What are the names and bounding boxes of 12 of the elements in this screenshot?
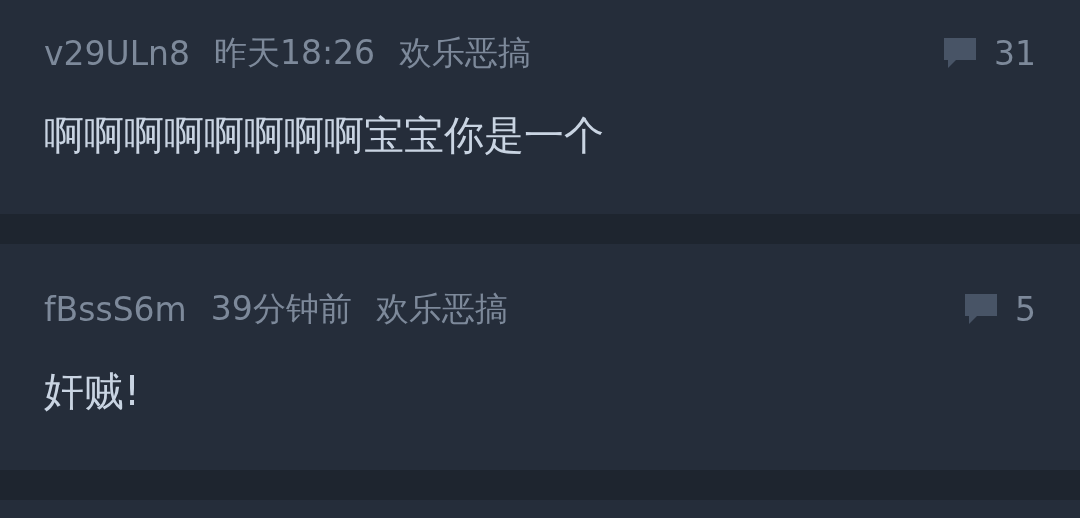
post-time: 昨天18:26 [214,31,376,74]
post-text: 奸贼! [44,367,142,416]
username: fBssS6m [44,289,187,329]
comment-count: 31 [994,33,1036,73]
post-time: 39分钟前 [210,287,352,330]
category-label: 欢乐恶搞 [375,287,508,330]
comment-icon [963,292,999,326]
category-label: 欢乐恶搞 [399,31,532,74]
post-text: 啊啊啊啊啊啊啊啊宝宝你是一个 [44,111,605,160]
comment-icon [942,36,978,70]
comment-count: 5 [1015,289,1036,329]
username: v29ULn8 [44,33,190,73]
